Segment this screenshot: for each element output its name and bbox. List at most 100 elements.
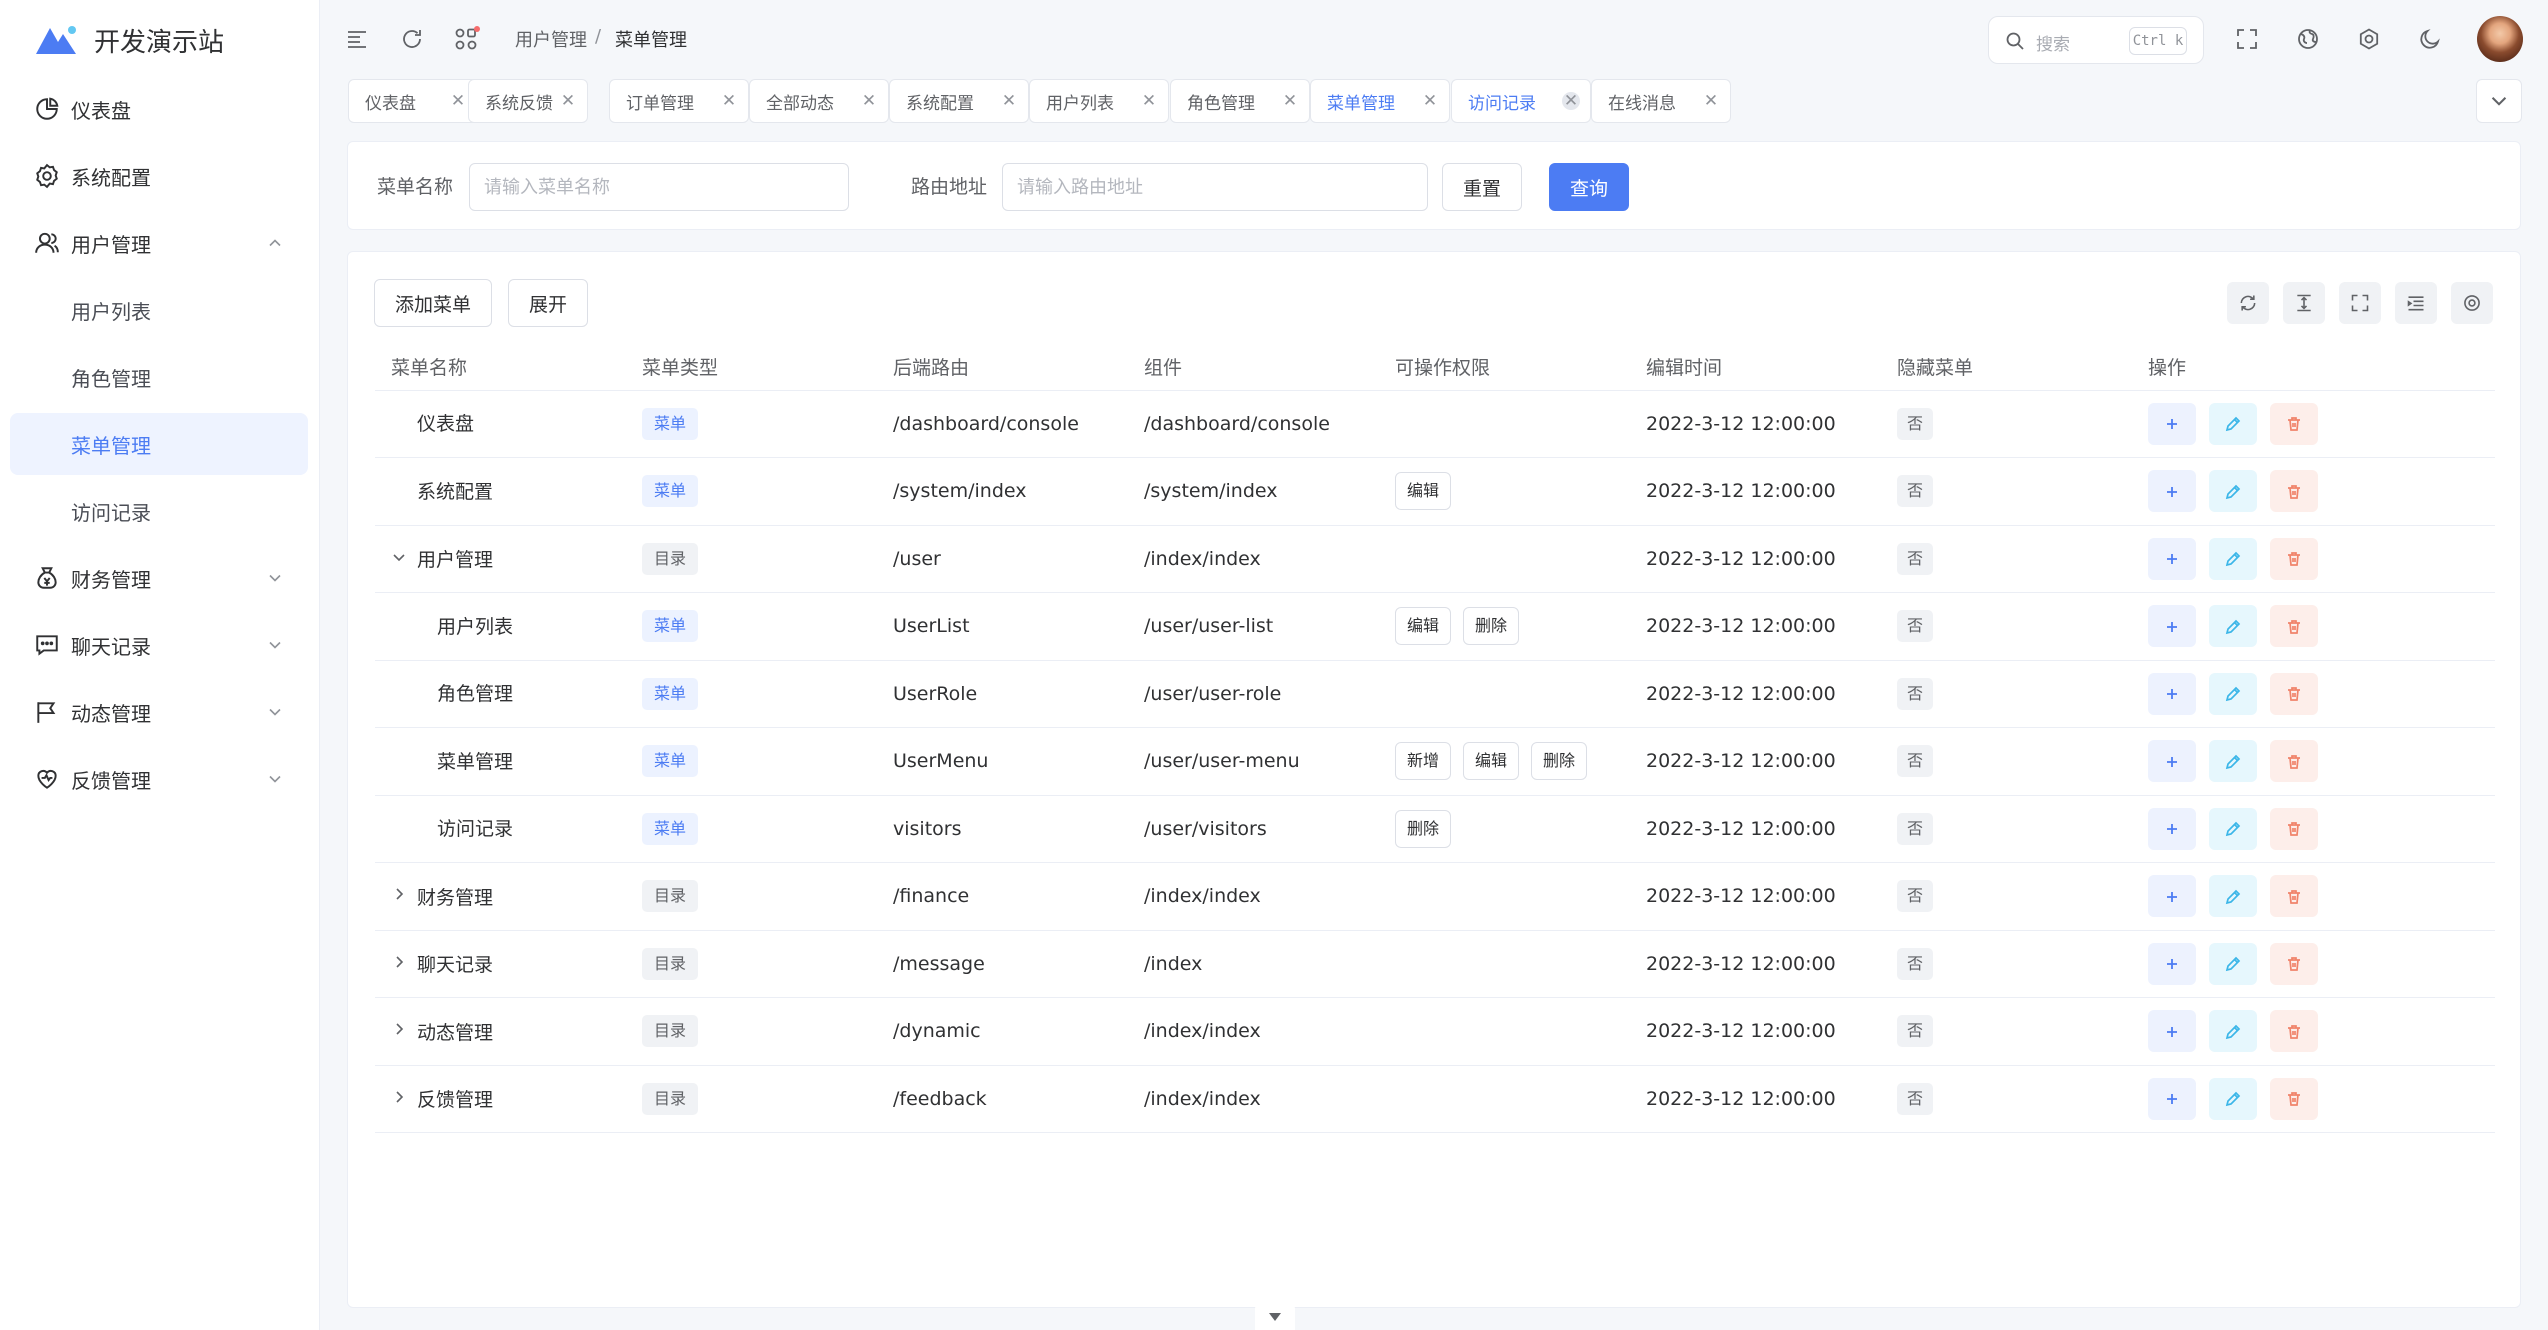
fullscreen-table-icon[interactable] [2339,282,2381,324]
sidebar-item-menu-management[interactable]: 菜单管理 [10,413,308,475]
refresh-icon[interactable] [395,22,429,56]
close-icon[interactable]: ✕ [559,92,577,110]
permission-button[interactable]: 新增 [1395,742,1452,781]
tab-system-config[interactable]: 系统配置 ✕ [889,79,1029,123]
row-height-icon[interactable] [2283,282,2325,324]
close-icon[interactable]: ✕ [1421,92,1439,110]
expand-row-icon[interactable] [391,953,417,975]
delete-row-button[interactable] [2270,605,2318,648]
close-icon[interactable]: ✕ [1702,92,1720,110]
sidebar-item-feedback-management[interactable]: 反馈管理 [10,748,308,810]
tab-user-list[interactable]: 用户列表 ✕ [1029,79,1169,123]
sidebar-item-user-list[interactable]: 用户列表 [10,279,308,341]
tab-all-dynamics[interactable]: 全部动态 ✕ [749,79,889,123]
query-button[interactable]: 查询 [1549,163,1629,211]
breadcrumb-item[interactable]: 用户管理 [515,26,587,52]
add-child-button[interactable] [2148,470,2196,513]
tab-role-management[interactable]: 角色管理 ✕ [1170,79,1310,123]
edit-row-button[interactable] [2209,1077,2257,1120]
tab-system-feedback[interactable]: 系统反馈 ✕ [468,79,588,123]
settings-icon[interactable] [2352,22,2386,56]
add-child-button[interactable] [2148,605,2196,648]
close-icon[interactable]: ✕ [1000,92,1018,110]
edit-row-button[interactable] [2209,605,2257,648]
edit-row-button[interactable] [2209,807,2257,850]
edit-row-button[interactable] [2209,672,2257,715]
edit-row-button[interactable] [2209,537,2257,580]
expand-row-icon[interactable] [391,1020,417,1042]
add-menu-button[interactable]: 添加菜单 [374,279,492,327]
collapse-row-icon[interactable] [391,548,417,570]
add-child-button[interactable] [2148,672,2196,715]
delete-row-button[interactable] [2270,672,2318,715]
table-settings-icon[interactable] [2451,282,2493,324]
expand-row-icon[interactable] [391,885,417,907]
delete-row-button[interactable] [2270,470,2318,513]
tab-online-messages[interactable]: 在线消息 ✕ [1591,79,1731,123]
globe-language-icon[interactable] [2291,22,2325,56]
sidebar-item-system-config[interactable]: 系统配置 [10,145,308,207]
tab-visit-records[interactable]: 访问记录 ✕ [1451,79,1591,123]
dark-mode-moon-icon[interactable] [2413,22,2447,56]
app-logo[interactable]: 开发演示站 [36,20,224,60]
delete-row-button[interactable] [2270,942,2318,985]
permission-button[interactable]: 删除 [1531,742,1588,781]
permission-button[interactable]: 删除 [1463,607,1520,646]
add-child-button[interactable] [2148,1077,2196,1120]
delete-row-button[interactable] [2270,1010,2318,1053]
delete-row-button[interactable] [2270,537,2318,580]
add-child-button[interactable] [2148,942,2196,985]
close-icon[interactable]: ✕ [1281,92,1299,110]
delete-row-button[interactable] [2270,402,2318,445]
edit-row-button[interactable] [2209,875,2257,918]
permission-button[interactable]: 编辑 [1395,607,1452,646]
add-child-button[interactable] [2148,875,2196,918]
menu-name-input[interactable] [469,163,849,211]
expand-button[interactable]: 展开 [508,279,588,327]
sidebar-item-user-management[interactable]: 用户管理 [10,212,308,274]
add-child-button[interactable] [2148,537,2196,580]
reset-button[interactable]: 重置 [1442,163,1522,211]
close-icon[interactable]: ✕ [720,92,738,110]
add-child-button[interactable] [2148,402,2196,445]
tab-dashboard[interactable]: 仪表盘 ✕ [348,79,478,123]
sidebar-item-dynamic-management[interactable]: 动态管理 [10,681,308,743]
expand-row-icon[interactable] [391,1088,417,1110]
close-icon[interactable]: ✕ [1140,92,1158,110]
edit-row-button[interactable] [2209,402,2257,445]
fullscreen-icon[interactable] [2230,22,2264,56]
edit-row-button[interactable] [2209,1010,2257,1053]
sidebar-item-visit-records[interactable]: 访问记录 [10,480,308,542]
refresh-table-icon[interactable] [2227,282,2269,324]
menu-collapse-icon[interactable] [340,22,374,56]
delete-row-button[interactable] [2270,807,2318,850]
tab-menu-management[interactable]: 菜单管理 ✕ [1310,79,1450,123]
delete-row-button[interactable] [2270,1077,2318,1120]
close-icon[interactable]: ✕ [449,92,467,110]
edit-row-button[interactable] [2209,942,2257,985]
permission-button[interactable]: 编辑 [1463,742,1520,781]
route-input[interactable] [1002,163,1428,211]
user-avatar[interactable] [2477,16,2523,62]
permission-button[interactable]: 删除 [1395,809,1452,848]
sidebar-item-role-management[interactable]: 角色管理 [10,346,308,408]
apps-grid-icon[interactable] [450,22,484,56]
sidebar-item-finance[interactable]: 财务管理 [10,547,308,609]
delete-row-button[interactable] [2270,740,2318,783]
tabs-dropdown-button[interactable] [2476,79,2522,123]
sidebar-item-dashboard[interactable]: 仪表盘 [10,78,308,140]
edit-row-button[interactable] [2209,740,2257,783]
add-child-button[interactable] [2148,807,2196,850]
permission-button[interactable]: 编辑 [1395,472,1452,511]
add-child-button[interactable] [2148,1010,2196,1053]
scroll-down-indicator[interactable] [1255,1303,1295,1330]
close-icon[interactable]: ✕ [860,92,878,110]
add-child-button[interactable] [2148,740,2196,783]
close-icon[interactable]: ✕ [1562,92,1580,110]
column-settings-icon[interactable] [2395,282,2437,324]
sidebar-item-chat-records[interactable]: 聊天记录 [10,614,308,676]
tab-order-management[interactable]: 订单管理 ✕ [609,79,749,123]
edit-row-button[interactable] [2209,470,2257,513]
fullscreen-icon[interactable] [2052,22,2086,56]
global-search[interactable]: 搜索 Ctrl k [1988,16,2204,64]
